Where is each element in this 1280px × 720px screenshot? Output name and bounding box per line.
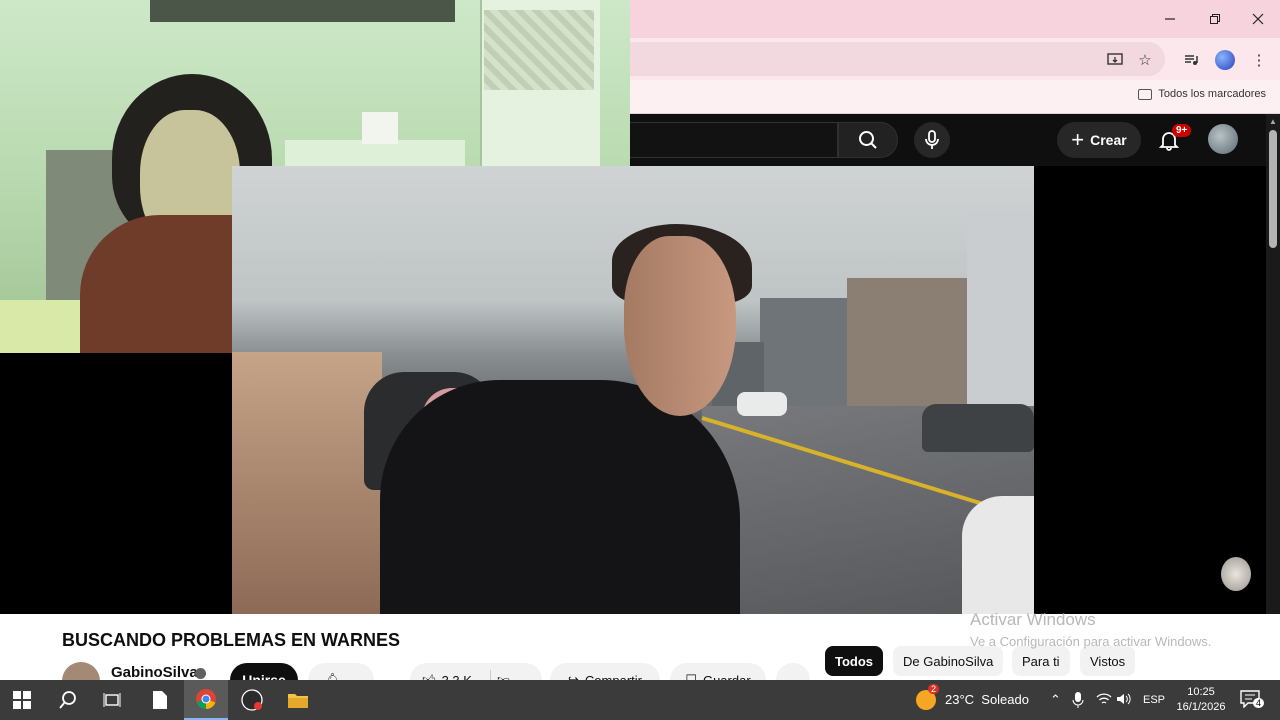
search-icon [59, 691, 76, 709]
weather-badge: 2 [928, 684, 940, 694]
search-button[interactable] [838, 122, 898, 158]
obs-taskbar-button[interactable] [230, 680, 274, 720]
start-button[interactable] [0, 680, 44, 720]
chrome-icon [196, 689, 216, 710]
activation-subtitle: Ve a Configuración para activar Windows. [970, 634, 1212, 649]
address-bar[interactable] [630, 42, 1165, 76]
chip-all[interactable]: Todos [825, 646, 884, 676]
verified-icon [195, 668, 206, 679]
clock-time: 10:25 [1187, 686, 1215, 698]
folder-icon [1138, 88, 1153, 100]
maximize-button[interactable] [1195, 6, 1235, 32]
floating-avatar[interactable] [1221, 557, 1251, 591]
scroll-thumb[interactable] [1269, 130, 1277, 248]
clock[interactable]: 10:25 16/1/2026 [1170, 685, 1232, 715]
plus-icon: + [1071, 127, 1085, 152]
tray-overflow-icon[interactable]: ⌃ [1050, 692, 1061, 708]
voice-search-button[interactable] [914, 122, 950, 158]
file-explorer-button[interactable] [276, 680, 320, 720]
media-control-icon[interactable] [1179, 48, 1203, 72]
create-label: Crear [1090, 132, 1127, 148]
volume-icon[interactable] [1116, 692, 1132, 709]
scroll-up-icon[interactable]: ▲ [1269, 118, 1277, 126]
action-center-button[interactable]: 4 [1240, 690, 1265, 710]
profile-avatar[interactable] [1213, 48, 1237, 72]
menu-kebab-icon[interactable]: ⋮ [1247, 48, 1271, 72]
close-button[interactable] [1238, 6, 1278, 32]
channel-name[interactable]: GabinoSilva [111, 664, 198, 681]
bookmarks-bar: Todos los marcadores [630, 80, 1280, 114]
video-player[interactable] [232, 166, 1034, 614]
chrome-taskbar-button[interactable] [184, 680, 228, 720]
close-icon [1252, 13, 1264, 25]
youtube-header: + Crear 9+ [630, 114, 1266, 166]
minimize-button[interactable] [1150, 6, 1190, 32]
language-indicator[interactable]: ESP [1143, 694, 1165, 706]
notification-count: 4 [1253, 698, 1265, 708]
weather-text[interactable]: 23°C Soleado [945, 692, 1029, 707]
task-view-icon [103, 693, 121, 707]
install-app-icon[interactable] [1103, 48, 1127, 72]
clock-date: 16/1/2026 [1176, 701, 1226, 713]
screen: ☆ ⋮ Todos los marcadores + Crear 9+ ▲ BU… [0, 0, 1280, 720]
taskbar: 2 23°C Soleado ⌃ ESP 10:25 16/1/2026 4 [0, 680, 1280, 720]
video-title: BUSCANDO PROBLEMAS EN WARNES [62, 630, 401, 650]
bookmarks-label: Todos los marcadores [1158, 88, 1266, 100]
search-taskbar-button[interactable] [46, 680, 90, 720]
all-bookmarks-button[interactable]: Todos los marcadores [1138, 88, 1266, 100]
chip-watched[interactable]: Vistos [1080, 646, 1136, 676]
search-icon [859, 131, 877, 149]
file-app-button[interactable] [138, 680, 182, 720]
weather-widget[interactable]: 2 [916, 684, 940, 710]
account-avatar[interactable] [1208, 124, 1238, 154]
create-button[interactable]: + Crear [1057, 122, 1141, 158]
chip-for-you[interactable]: Para ti [1012, 646, 1070, 676]
obs-icon [241, 689, 263, 711]
microphone-icon [925, 130, 939, 149]
document-icon [153, 691, 167, 709]
minimize-icon [1165, 18, 1175, 20]
activation-title: Activar Windows [970, 610, 1096, 629]
chip-from-channel[interactable]: De GabinoSilva [893, 646, 1004, 676]
windows-activation-watermark: Activar Windows Ve a Configuración para … [970, 610, 1211, 649]
wifi-icon[interactable] [1096, 692, 1112, 709]
bookmark-star-icon[interactable]: ☆ [1133, 48, 1157, 72]
task-view-button[interactable] [90, 680, 134, 720]
restore-icon [1210, 14, 1220, 24]
notification-badge: 9+ [1172, 124, 1192, 137]
microphone-tray-icon[interactable] [1072, 692, 1084, 711]
search-input[interactable] [630, 122, 838, 158]
folder-icon [288, 694, 308, 708]
windows-logo-icon [13, 691, 31, 709]
page-scrollbar[interactable]: ▲ ▼ [1266, 114, 1280, 680]
